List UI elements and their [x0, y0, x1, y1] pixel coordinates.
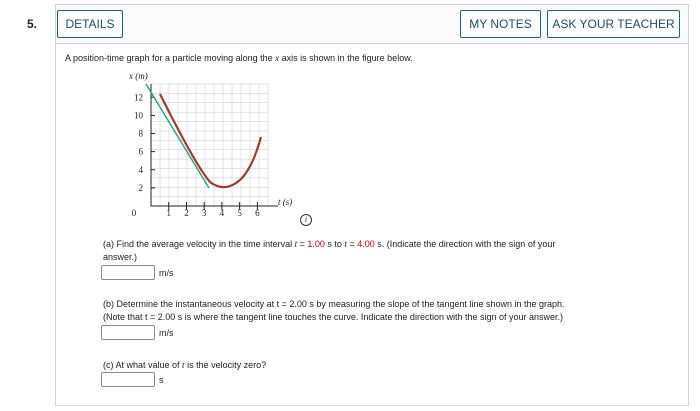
x-tick-label: 0 — [132, 208, 137, 218]
question-number: 5. — [27, 17, 38, 31]
part-a-t2: 4.00 — [357, 239, 375, 249]
y-axis-label: x (m) — [128, 71, 148, 81]
part-c-question: (c) At what value of t is the velocity z… — [103, 360, 267, 370]
info-icon[interactable]: i — [300, 214, 312, 226]
position-curve — [159, 93, 263, 189]
part-b-unit: m/s — [159, 328, 174, 338]
x-axis-label: t (s) — [278, 197, 292, 207]
part-c-unit: s — [159, 375, 164, 385]
y-tick-label: 4 — [139, 165, 144, 175]
ask-teacher-button[interactable]: ASK YOUR TEACHER — [547, 10, 680, 38]
part-b-answer-input[interactable] — [101, 325, 155, 340]
part-c-answer-input[interactable] — [101, 372, 155, 387]
question-prompt: A position-time graph for a particle mov… — [65, 53, 413, 63]
position-time-graph: x (m) t (s) 12108642 0123456 — [128, 71, 292, 218]
y-tick-label: 2 — [139, 183, 144, 193]
part-a-answer-input[interactable] — [101, 265, 155, 280]
y-tick-label: 8 — [139, 129, 144, 139]
my-notes-button[interactable]: MY NOTES — [460, 10, 541, 38]
details-button[interactable]: DETAILS — [57, 10, 123, 38]
part-a-t1: 1.00 — [307, 239, 325, 249]
y-tick-label: 12 — [134, 92, 143, 102]
part-a-question: (a) Find the average velocity in the tim… — [103, 239, 556, 262]
graph-grid — [150, 83, 269, 207]
tangent-line — [145, 83, 210, 189]
y-tick-label: 6 — [139, 147, 144, 157]
part-b-question: (b) Determine the instantaneous velocity… — [103, 299, 565, 322]
y-tick-label: 10 — [134, 110, 144, 120]
part-a-unit: m/s — [159, 268, 174, 278]
